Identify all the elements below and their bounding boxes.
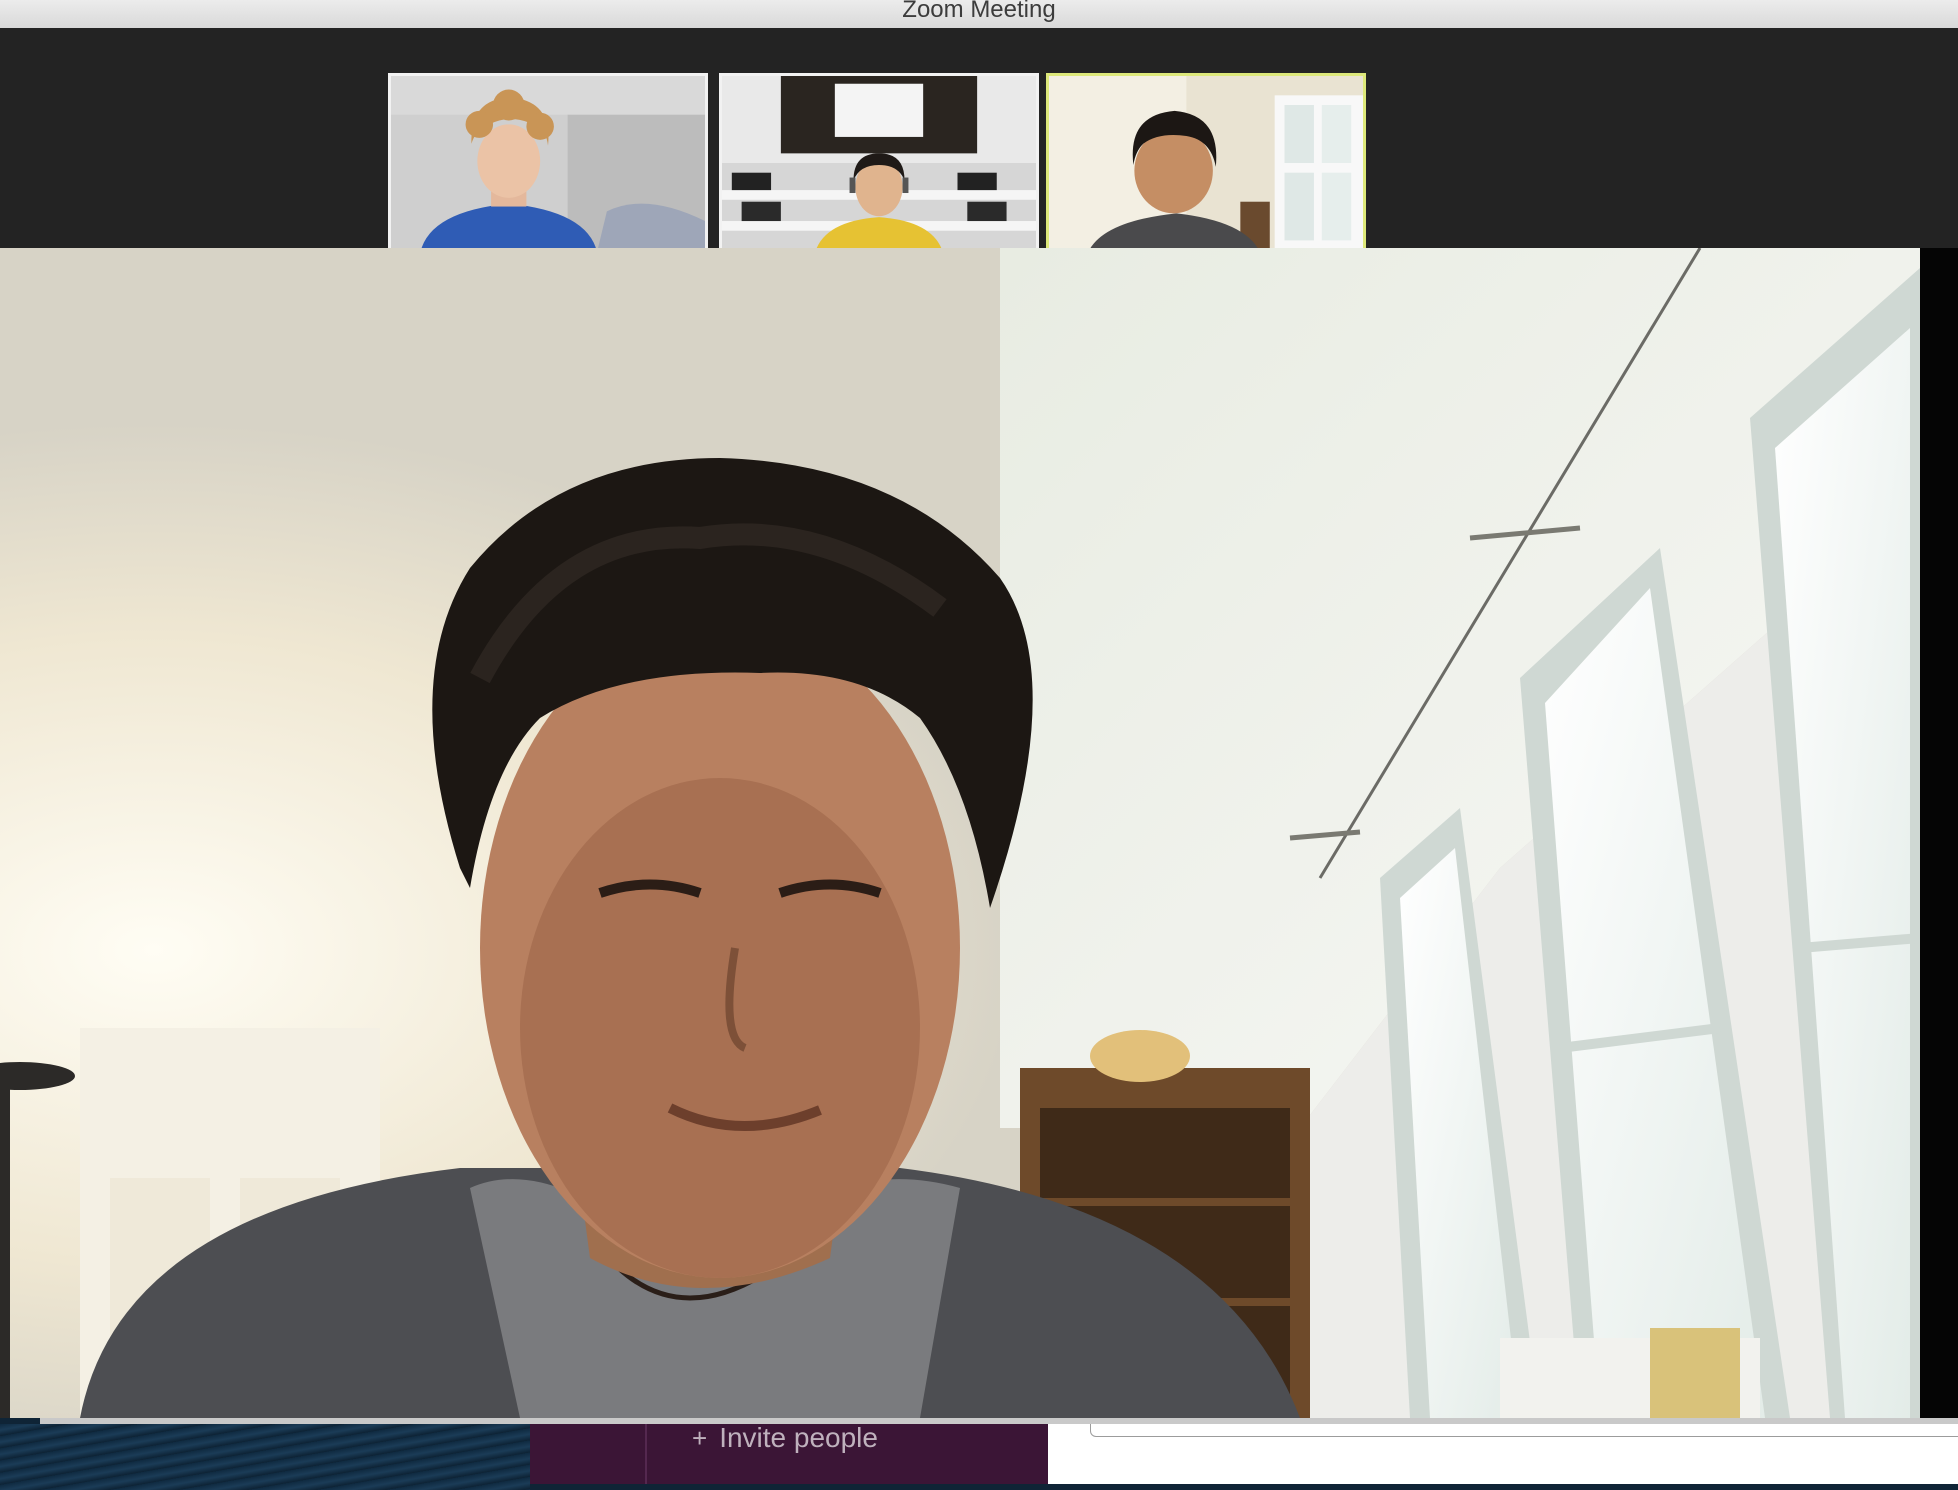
- gallery-strip: [0, 28, 1958, 255]
- invite-people-label: Invite people: [719, 1422, 878, 1453]
- active-speaker-frame: [0, 248, 1920, 1418]
- participant-thumbnail-3[interactable]: [1046, 73, 1366, 255]
- participant-video-3: [1049, 76, 1363, 252]
- participant-video-2: [722, 76, 1036, 252]
- plus-icon: +: [692, 1423, 708, 1453]
- background-app-input[interactable]: [1090, 1424, 1958, 1437]
- window-title: Zoom Meeting: [902, 0, 1056, 23]
- window-titlebar[interactable]: Zoom Meeting: [0, 0, 1958, 29]
- desktop-wallpaper: [0, 1424, 530, 1490]
- participant-thumbnail-1[interactable]: [388, 73, 708, 255]
- invite-people-link[interactable]: + Invite people: [692, 1418, 878, 1458]
- background-app-divider: [645, 1424, 647, 1484]
- participant-video-1: [391, 76, 705, 252]
- active-speaker-video[interactable]: [0, 248, 1920, 1418]
- video-letterbox: [1920, 248, 1958, 1418]
- participant-thumbnail-2[interactable]: [719, 73, 1039, 255]
